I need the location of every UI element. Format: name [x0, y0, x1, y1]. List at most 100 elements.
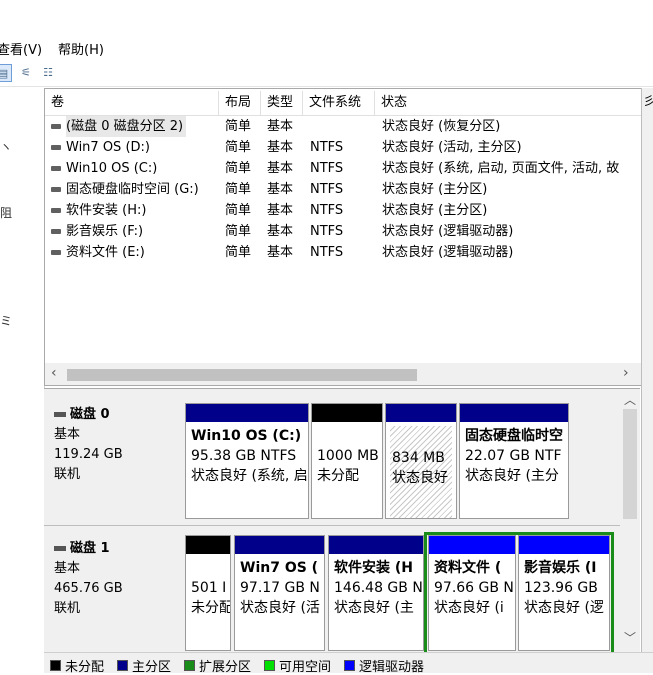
partition-title: Win10 OS (C:): [191, 428, 302, 444]
volume-icon: [51, 208, 61, 213]
volume-icon: [51, 166, 61, 171]
disk-1-label[interactable]: 磁盘 1 基本 465.76 GB 联机: [48, 531, 182, 649]
partition-status: 状态良好 (系统, 启: [191, 468, 308, 484]
disk-state: 联机: [54, 467, 81, 482]
table-row[interactable]: 固态硬盘临时空间 (G:) 简单 基本 NTFS 状态良好 (主分区): [45, 179, 641, 200]
partition-size: 146.48 GB N: [334, 580, 423, 596]
menu-bar: 查看(V) 帮助(H): [0, 36, 653, 58]
left-pane-glyph: ミ: [0, 314, 13, 328]
partition-status: 未分配: [317, 468, 359, 484]
volume-icon: [51, 229, 61, 234]
legend-item: 逻辑驱动器: [344, 656, 424, 675]
right-edge-strip: 彡: [641, 88, 653, 672]
legend-label: 未分配: [65, 660, 105, 675]
volume-name: 影音娱乐 (F:): [66, 224, 144, 239]
volume-icon: [51, 187, 61, 192]
partition-unallocated[interactable]: 1000 MB 未分配: [311, 403, 383, 519]
partition-win10[interactable]: Win10 OS (C:) 95.38 GB NTFS 状态良好 (系统, 启: [185, 403, 309, 519]
column-header-filesystem[interactable]: 文件系统: [303, 91, 375, 115]
partition-status: 状态良好: [392, 470, 448, 486]
legend: 未分配 主分区 扩展分区 可用空间 逻辑驱动器: [44, 652, 653, 675]
partition-status: 状态良好 (i: [434, 600, 504, 616]
connect-disk-icon[interactable]: ⚟: [18, 64, 34, 80]
legend-swatch-logical: [344, 660, 355, 671]
partition-size: 1000 MB: [317, 448, 379, 464]
partition-media[interactable]: 影音娱乐 (I 123.96 GB 状态良好 (逻: [518, 535, 610, 651]
volume-status: 状态良好 (逻辑驱动器): [382, 224, 514, 239]
disk-name: 磁盘 0: [70, 407, 110, 422]
scroll-up-icon[interactable]: ︿: [624, 391, 636, 408]
volume-layout: 简单: [225, 245, 252, 260]
volume-fs: NTFS: [310, 140, 344, 155]
partition-win7[interactable]: Win7 OS ( 97.17 GB N 状态良好 (活: [234, 535, 325, 651]
volume-name: Win7 OS (D:): [66, 140, 150, 155]
volume-type: 基本: [267, 140, 294, 155]
partition-unallocated[interactable]: 501 I 未分配: [185, 535, 231, 651]
legend-item: 未分配: [50, 656, 104, 675]
legend-label: 主分区: [132, 660, 172, 675]
scroll-right-icon[interactable]: ›: [623, 365, 629, 381]
menu-help[interactable]: 帮助(H): [58, 39, 104, 58]
legend-swatch-unallocated: [50, 660, 61, 671]
disk-separator: [44, 525, 620, 526]
table-row[interactable]: Win7 OS (D:) 简单 基本 NTFS 状态良好 (活动, 主分区): [45, 137, 641, 158]
legend-item: 可用空间: [264, 656, 331, 675]
table-row[interactable]: Win10 OS (C:) 简单 基本 NTFS 状态良好 (系统, 启动, 页…: [45, 158, 641, 179]
volume-icon: [51, 145, 61, 150]
volume-fs: NTFS: [310, 161, 344, 176]
legend-label: 逻辑驱动器: [359, 660, 425, 675]
partition-recovery[interactable]: 834 MB 状态良好: [385, 403, 457, 519]
disk-name: 磁盘 1: [70, 541, 110, 556]
menu-view[interactable]: 查看(V): [0, 39, 42, 58]
column-header-layout[interactable]: 布局: [219, 91, 261, 115]
volume-layout: 简单: [225, 119, 252, 134]
scroll-down-icon[interactable]: ﹀: [624, 629, 636, 646]
partition-size: 22.07 GB NTF: [465, 448, 562, 464]
table-row[interactable]: 资料文件 (E:) 简单 基本 NTFS 状态良好 (逻辑驱动器): [45, 242, 641, 263]
column-header-volume[interactable]: 卷: [45, 91, 219, 115]
volume-type: 基本: [267, 119, 294, 134]
partition-title: 软件安装 (H: [334, 560, 413, 576]
volume-layout: 简单: [225, 161, 252, 176]
properties-list-icon[interactable]: ☷: [40, 64, 56, 80]
volume-fs: NTFS: [310, 224, 344, 239]
partition-title: Win7 OS (: [240, 560, 319, 576]
volume-icon: [51, 124, 61, 129]
partition-ssd-temp[interactable]: 固态硬盘临时空 22.07 GB NTF 状态良好 (主分: [459, 403, 569, 519]
disk-size: 465.76 GB: [54, 581, 123, 596]
volume-type: 基本: [267, 182, 294, 197]
partition-data-files[interactable]: 资料文件 ( 97.66 GB N 状态良好 (i: [428, 535, 516, 651]
left-pane-glyph: ヽ: [0, 140, 13, 154]
volume-name: 固态硬盘临时空间 (G:): [66, 182, 199, 197]
disk-kind: 基本: [54, 427, 81, 442]
vertical-scroll-thumb[interactable]: [623, 409, 637, 519]
volume-status: 状态良好 (逻辑驱动器): [382, 245, 514, 260]
view-toggle-icon[interactable]: ▤: [0, 64, 12, 82]
vertical-scrollbar[interactable]: ︿ ﹀: [620, 389, 640, 673]
scroll-left-icon[interactable]: ‹: [51, 365, 57, 381]
toolbar: ▤ ⚟ ☷: [0, 60, 653, 87]
volume-layout: 简单: [225, 140, 252, 155]
disk-kind: 基本: [54, 561, 81, 576]
legend-swatch-extended: [184, 660, 195, 671]
legend-label: 可用空间: [279, 660, 332, 675]
legend-item: 扩展分区: [184, 656, 251, 675]
volume-fs: NTFS: [310, 245, 344, 260]
horizontal-scroll-thumb[interactable]: [67, 369, 417, 381]
volume-icon: [51, 250, 61, 255]
disk-icon: [54, 412, 66, 417]
table-row[interactable]: (磁盘 0 磁盘分区 2) 简单 基本 状态良好 (恢复分区): [45, 116, 641, 137]
column-header-type[interactable]: 类型: [261, 91, 303, 115]
volume-type: 基本: [267, 161, 294, 176]
horizontal-scrollbar[interactable]: ‹ ›: [45, 363, 641, 385]
volume-fs: NTFS: [310, 182, 344, 197]
table-row[interactable]: 影音娱乐 (F:) 简单 基本 NTFS 状态良好 (逻辑驱动器): [45, 221, 641, 242]
table-row[interactable]: 软件安装 (H:) 简单 基本 NTFS 状态良好 (主分区): [45, 200, 641, 221]
partition-title: 资料文件 (: [434, 560, 502, 576]
partition-software[interactable]: 软件安装 (H 146.48 GB N 状态良好 (主: [328, 535, 424, 651]
column-header-status[interactable]: 状态: [375, 91, 641, 115]
partition-status: 状态良好 (主: [334, 600, 414, 616]
volume-layout: 简单: [225, 182, 252, 197]
disk-0-label[interactable]: 磁盘 0 基本 119.24 GB 联机: [48, 397, 182, 515]
volume-list: 卷 布局 类型 文件系统 状态 (磁盘 0 磁盘分区 2) 简单 基本 状态良好…: [44, 88, 642, 386]
